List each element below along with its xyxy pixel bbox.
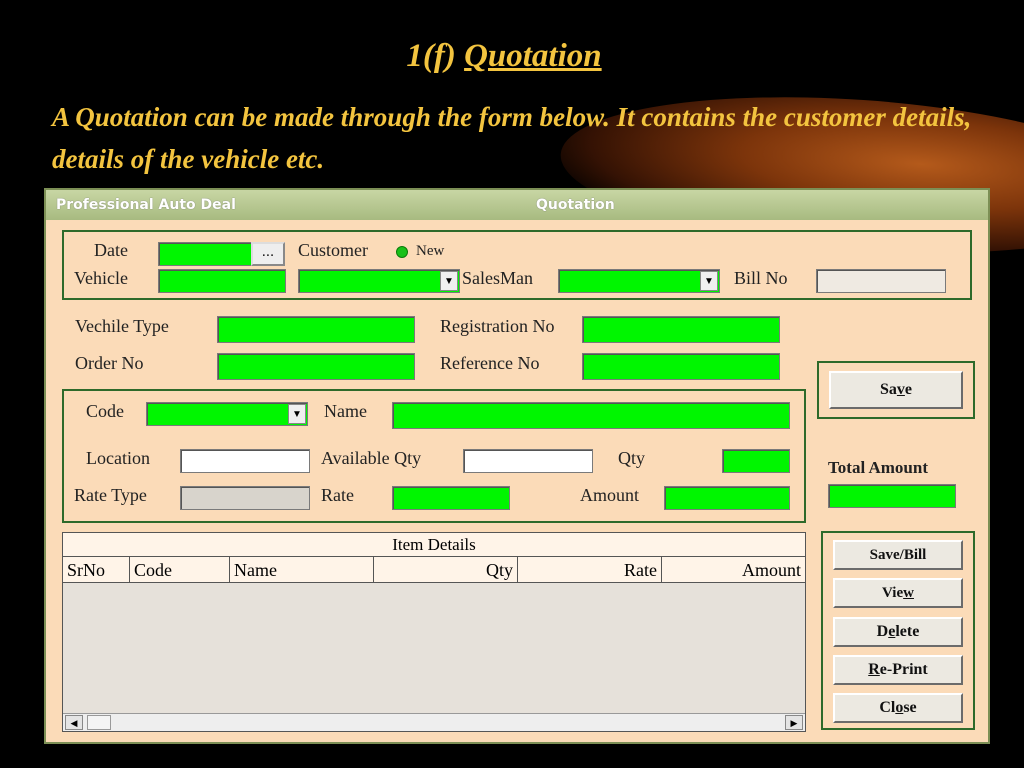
form-title: Quotation — [536, 197, 615, 213]
arrow-left-icon[interactable]: ◀ — [65, 715, 83, 730]
reference-no-field[interactable] — [582, 353, 780, 380]
slide-description: A Quotation can be made through the form… — [52, 102, 972, 174]
column-rate[interactable]: Rate — [518, 557, 662, 583]
code-label: Code — [86, 401, 124, 421]
reference-no-label: Reference No — [440, 353, 540, 373]
title-bar: Professional Auto Deal Quotation — [46, 190, 988, 220]
save-box: Save — [817, 361, 975, 419]
column-srno[interactable]: SrNo — [63, 557, 130, 583]
amount-field[interactable] — [664, 486, 790, 510]
item-details-grid[interactable]: Item Details SrNo Code Name Qty Rate Amo… — [62, 532, 806, 732]
customer-label: Customer — [298, 240, 368, 260]
available-qty-field[interactable] — [463, 449, 593, 473]
rate-type-label: Rate Type — [74, 485, 147, 505]
quotation-window: Professional Auto Deal Quotation Date ..… — [44, 188, 990, 744]
vehicle-type-label: Vechile Type — [75, 316, 169, 336]
registration-label: Registration No — [440, 316, 555, 336]
column-code[interactable]: Code — [130, 557, 230, 583]
title-main: Quotation — [464, 38, 602, 74]
vehicle-label: Vehicle — [74, 268, 128, 288]
registration-field[interactable] — [582, 316, 780, 343]
date-picker-button[interactable]: ... — [251, 242, 285, 266]
billno-field — [816, 269, 946, 293]
date-field[interactable] — [158, 242, 252, 266]
vehicle-type-field[interactable] — [217, 316, 415, 343]
view-button[interactable]: View — [833, 578, 963, 608]
qty-field[interactable] — [722, 449, 790, 473]
arrow-right-icon[interactable]: ▶ — [785, 715, 803, 730]
save-bill-button[interactable]: Save/Bill — [833, 540, 963, 570]
save-button[interactable]: Save — [829, 371, 963, 409]
grid-title: Item Details — [63, 533, 805, 557]
action-buttons-group: Save/Bill View Delete Re-Print Close — [821, 531, 975, 730]
close-button[interactable]: Close — [833, 693, 963, 723]
qty-label: Qty — [618, 448, 645, 468]
column-qty[interactable]: Qty — [374, 557, 518, 583]
delete-button[interactable]: Delete — [833, 617, 963, 647]
item-group: Code ▼ Name Location Available Qty Qty R… — [62, 389, 806, 523]
location-field[interactable] — [180, 449, 310, 473]
order-no-field[interactable] — [217, 353, 415, 380]
available-qty-label: Available Qty — [321, 448, 422, 468]
title-prefix: 1(f) — [406, 38, 456, 74]
amount-label: Amount — [580, 485, 640, 505]
billno-label: Bill No — [734, 268, 788, 288]
slide-title: 1(f) Quotation — [0, 38, 1008, 75]
column-amount[interactable]: Amount — [662, 557, 805, 583]
app-title: Professional Auto Deal — [56, 197, 236, 213]
reprint-button[interactable]: Re-Print — [833, 655, 963, 685]
chevron-down-icon[interactable]: ▼ — [288, 404, 306, 424]
chevron-down-icon[interactable]: ▼ — [700, 271, 718, 291]
vehicle-field[interactable] — [158, 269, 286, 293]
customer-new-label: New — [416, 243, 445, 259]
code-select[interactable]: ▼ — [146, 402, 308, 426]
salesman-select[interactable]: ▼ — [558, 269, 720, 293]
order-no-label: Order No — [75, 353, 144, 373]
header-group: Date ... Customer New Vehicle ▼ SalesMan… — [62, 230, 972, 300]
rate-label: Rate — [321, 485, 354, 505]
vehicle-select[interactable]: ▼ — [298, 269, 460, 293]
rate-type-field — [180, 486, 310, 510]
chevron-down-icon[interactable]: ▼ — [440, 271, 458, 291]
column-name[interactable]: Name — [230, 557, 374, 583]
rate-field[interactable] — [392, 486, 510, 510]
name-label: Name — [324, 401, 367, 421]
scroll-thumb[interactable] — [87, 715, 111, 730]
location-label: Location — [86, 448, 150, 468]
total-amount-field — [828, 484, 956, 508]
horizontal-scrollbar[interactable]: ◀ ▶ — [63, 713, 805, 731]
name-field[interactable] — [392, 402, 790, 429]
date-label: Date — [94, 240, 128, 260]
total-amount-label: Total Amount — [828, 458, 928, 477]
salesman-label: SalesMan — [462, 268, 533, 288]
customer-new-radio[interactable] — [396, 246, 408, 258]
